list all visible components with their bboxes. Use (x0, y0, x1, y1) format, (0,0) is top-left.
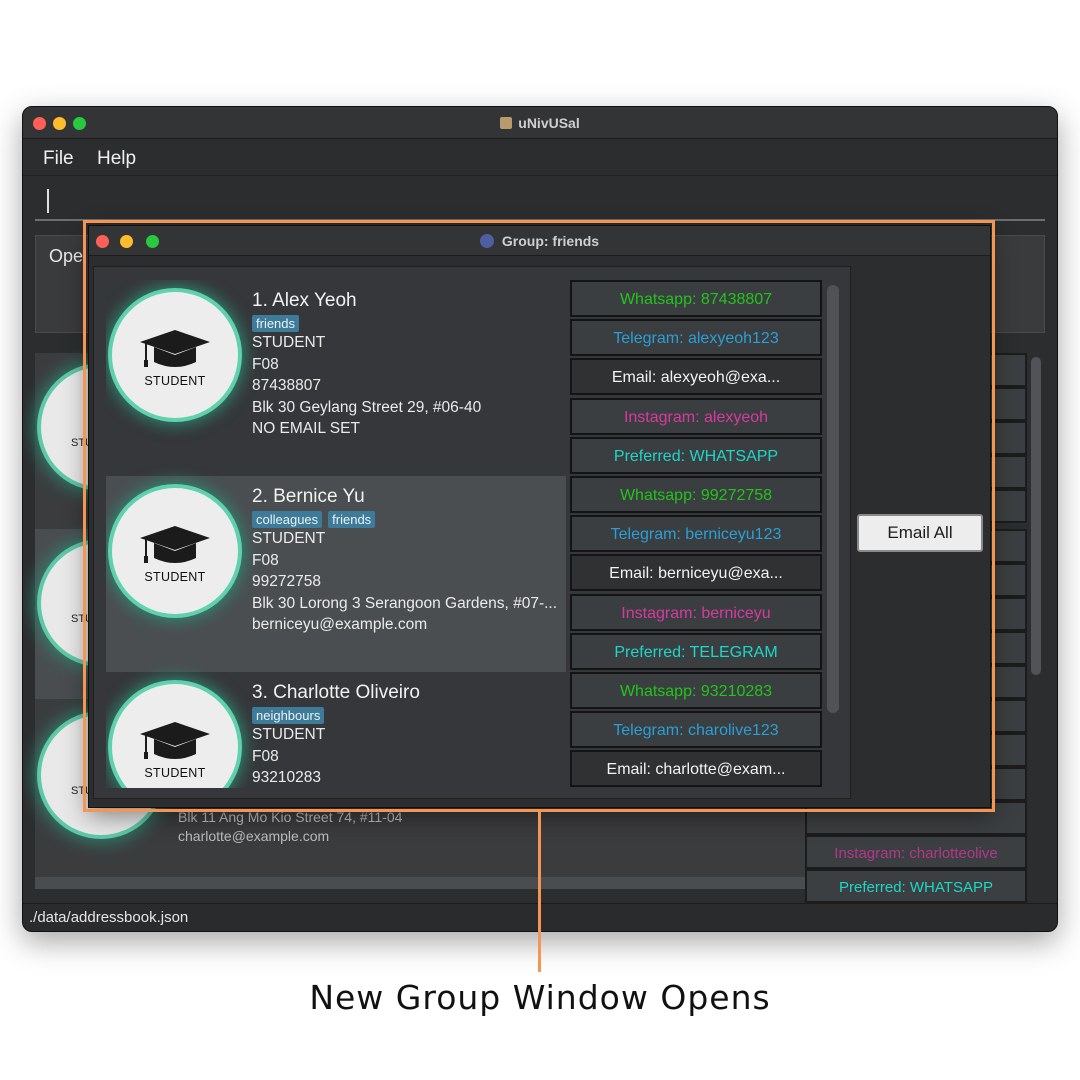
menu-bar: File Help (23, 140, 1057, 176)
highlight-frame (83, 220, 995, 812)
text-caret (47, 189, 49, 213)
command-input[interactable] (35, 181, 1045, 221)
app-icon (500, 117, 513, 129)
bg-row-3-email: charlotte@example.com (178, 828, 330, 844)
annotation-caption: New Group Window Opens (309, 978, 771, 1017)
main-title-text: uNivUSal (518, 115, 580, 131)
callout-line (538, 812, 541, 972)
menu-file[interactable]: File (43, 148, 74, 170)
bg-instagram-cell[interactable]: Instagram: charlotteolive (805, 835, 1027, 869)
main-scrollbar[interactable] (1031, 357, 1041, 675)
bg-row-4[interactable] (35, 877, 805, 889)
result-text: Ope (49, 246, 84, 266)
main-window-title: uNivUSal (23, 115, 1057, 131)
bg-preferred-text: Preferred: WHATSAPP (839, 879, 993, 896)
menu-help[interactable]: Help (97, 148, 136, 170)
main-titlebar: uNivUSal (23, 107, 1057, 139)
bg-instagram-text: Instagram: charlotteolive (834, 845, 998, 862)
bg-preferred-cell[interactable]: Preferred: WHATSAPP (805, 869, 1027, 903)
status-file-path: ./data/addressbook.json (29, 909, 189, 926)
